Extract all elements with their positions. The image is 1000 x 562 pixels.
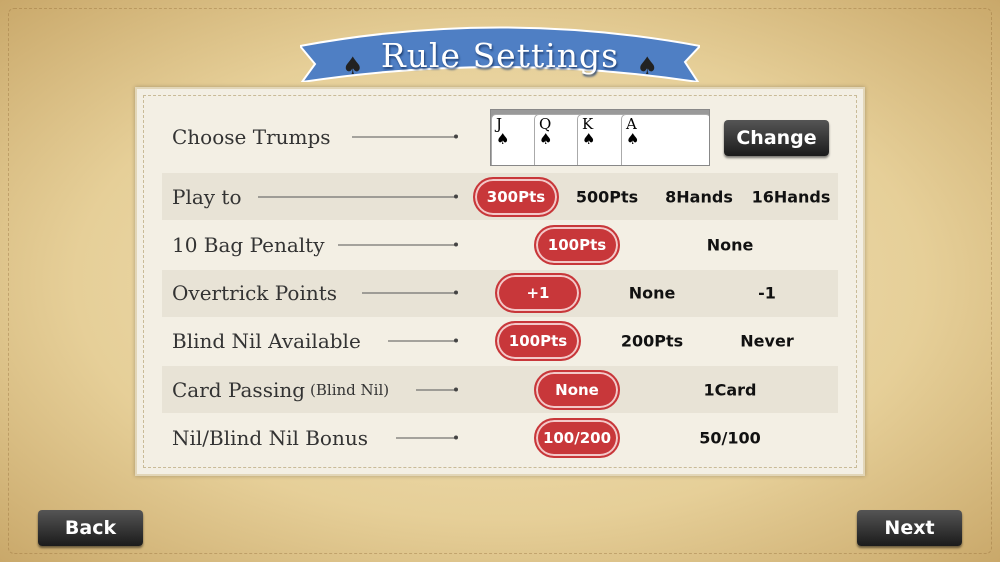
setting-label: Overtrick Points xyxy=(172,281,338,305)
option-button[interactable]: 50/100 xyxy=(699,429,761,448)
option-button[interactable]: Never xyxy=(740,332,793,351)
leader-line xyxy=(352,134,458,139)
option-button[interactable]: -1 xyxy=(758,284,776,303)
option-button[interactable]: 500Pts xyxy=(576,188,638,207)
leader-line xyxy=(258,194,458,199)
option-button[interactable]: 300Pts xyxy=(473,177,559,217)
leader-line xyxy=(338,242,458,247)
setting-label: 10 Bag Penalty xyxy=(172,233,325,257)
change-trumps-button[interactable]: Change xyxy=(724,120,829,156)
option-button[interactable]: 8Hands xyxy=(665,188,733,207)
setting-label: Nil/Blind Nil Bonus xyxy=(172,426,368,450)
option-button[interactable]: 16Hands xyxy=(752,188,831,207)
title-banner: ♠ Rule Settings ♠ xyxy=(300,14,700,82)
spade-icon: ♠ xyxy=(636,52,658,80)
choose-trumps-label: Choose Trumps xyxy=(172,125,331,149)
option-button[interactable]: 1Card xyxy=(703,381,756,400)
option-button[interactable]: None xyxy=(534,370,620,410)
back-button[interactable]: Back xyxy=(38,510,143,546)
option-button[interactable]: 100Pts xyxy=(495,321,581,361)
setting-label: Card Passing (Blind Nil) xyxy=(172,378,390,402)
next-button[interactable]: Next xyxy=(857,510,962,546)
option-button[interactable]: None xyxy=(629,284,676,303)
leader-line xyxy=(388,338,458,343)
leader-line xyxy=(396,435,458,440)
trump-cards-preview[interactable]: J ♠ Q ♠ K ♠ A ♠ xyxy=(490,109,710,166)
option-button[interactable]: 200Pts xyxy=(621,332,683,351)
leader-line xyxy=(416,387,458,392)
card: A ♠ xyxy=(621,114,709,165)
option-button[interactable]: 100Pts xyxy=(534,225,620,265)
option-button[interactable]: None xyxy=(707,236,754,255)
option-button[interactable]: +1 xyxy=(495,273,581,313)
setting-label: Blind Nil Available xyxy=(172,329,361,353)
leader-line xyxy=(362,290,458,295)
option-button[interactable]: 100/200 xyxy=(534,418,620,458)
setting-label: Play to xyxy=(172,185,242,209)
